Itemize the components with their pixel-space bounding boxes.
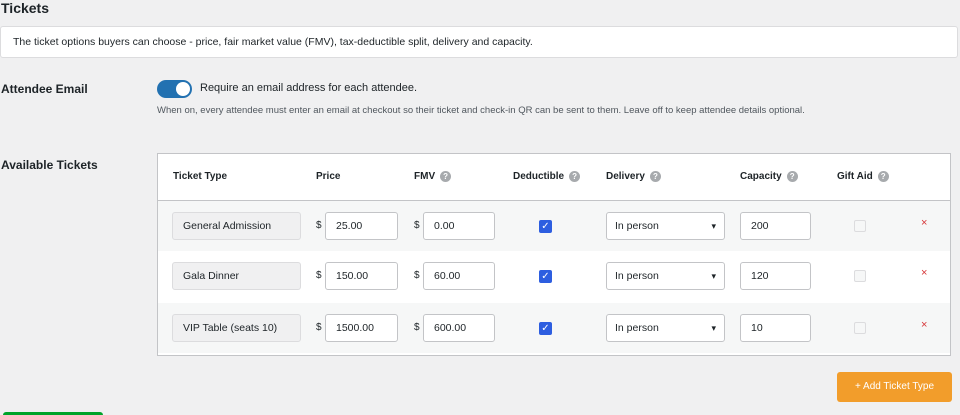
currency-symbol: $ xyxy=(316,270,322,281)
capacity-input[interactable]: 120 xyxy=(740,262,811,290)
deductible-checkbox[interactable]: ✓ xyxy=(539,220,552,233)
remove-ticket-button[interactable]: × xyxy=(921,319,927,331)
attendee-email-toggle-label: Require an email address for each attend… xyxy=(200,82,418,94)
capacity-input[interactable]: 200 xyxy=(740,212,811,240)
deductible-checkbox[interactable]: ✓ xyxy=(539,322,552,335)
ticket-name-field[interactable]: VIP Table (seats 10) xyxy=(172,314,301,342)
ticket-name-field[interactable]: Gala Dinner xyxy=(172,262,301,290)
remove-ticket-button[interactable]: × xyxy=(921,217,927,229)
header-price: Price xyxy=(316,171,341,182)
price-input[interactable]: 1500.00 xyxy=(325,314,398,342)
help-icon[interactable]: ? xyxy=(649,171,661,182)
header-fmv: FMV? xyxy=(414,171,452,182)
header-gift-aid: Gift Aid? xyxy=(837,171,889,182)
chevron-down-icon: ▾ xyxy=(711,323,716,333)
toggle-knob xyxy=(176,82,190,96)
add-ticket-type-button[interactable]: + Add Ticket Type xyxy=(837,372,952,402)
deductible-checkbox[interactable]: ✓ xyxy=(539,270,552,283)
table-header: Ticket Type Price FMV? Deductible? Deliv… xyxy=(158,154,950,201)
help-icon[interactable]: ? xyxy=(569,171,581,182)
fmv-input[interactable]: 60.00 xyxy=(423,262,495,290)
chevron-down-icon: ▾ xyxy=(711,271,716,281)
gift-aid-checkbox[interactable] xyxy=(854,322,866,334)
attendee-email-help: When on, every attendee must enter an em… xyxy=(157,105,805,116)
header-deductible: Deductible? xyxy=(513,171,581,182)
price-input[interactable]: 150.00 xyxy=(325,262,398,290)
currency-symbol: $ xyxy=(316,220,322,231)
page-title: Tickets xyxy=(1,0,49,16)
table-row: General Admission $ 25.00 $ 0.00 ✓ In pe… xyxy=(158,201,950,251)
gift-aid-checkbox[interactable] xyxy=(854,270,866,282)
delivery-select[interactable]: In person ▾ xyxy=(606,314,725,342)
fmv-input[interactable]: 0.00 xyxy=(423,212,495,240)
gift-aid-checkbox[interactable] xyxy=(854,220,866,232)
price-input[interactable]: 25.00 xyxy=(325,212,398,240)
tickets-table: Ticket Type Price FMV? Deductible? Deliv… xyxy=(157,153,951,356)
chevron-down-icon: ▾ xyxy=(711,221,716,231)
header-delivery: Delivery? xyxy=(606,171,661,182)
notice-banner: The ticket options buyers can choose - p… xyxy=(0,26,958,58)
available-tickets-label: Available Tickets xyxy=(1,158,98,172)
currency-symbol: $ xyxy=(414,270,420,281)
header-ticket-type: Ticket Type xyxy=(173,171,228,182)
fmv-input[interactable]: 600.00 xyxy=(423,314,495,342)
help-icon[interactable]: ? xyxy=(786,171,798,182)
attendee-email-toggle[interactable] xyxy=(157,80,192,98)
help-icon[interactable]: ? xyxy=(877,171,889,182)
currency-symbol: $ xyxy=(414,322,420,333)
attendee-email-label: Attendee Email xyxy=(1,82,88,96)
currency-symbol: $ xyxy=(316,322,322,333)
delivery-select[interactable]: In person ▾ xyxy=(606,212,725,240)
currency-symbol: $ xyxy=(414,220,420,231)
remove-ticket-button[interactable]: × xyxy=(921,267,927,279)
table-row: VIP Table (seats 10) $ 1500.00 $ 600.00 … xyxy=(158,303,950,353)
header-capacity: Capacity? xyxy=(740,171,798,182)
delivery-select[interactable]: In person ▾ xyxy=(606,262,725,290)
capacity-input[interactable]: 10 xyxy=(740,314,811,342)
table-row: Gala Dinner $ 150.00 $ 60.00 ✓ In person… xyxy=(158,251,950,301)
ticket-name-field[interactable]: General Admission xyxy=(172,212,301,240)
help-icon[interactable]: ? xyxy=(440,171,452,182)
